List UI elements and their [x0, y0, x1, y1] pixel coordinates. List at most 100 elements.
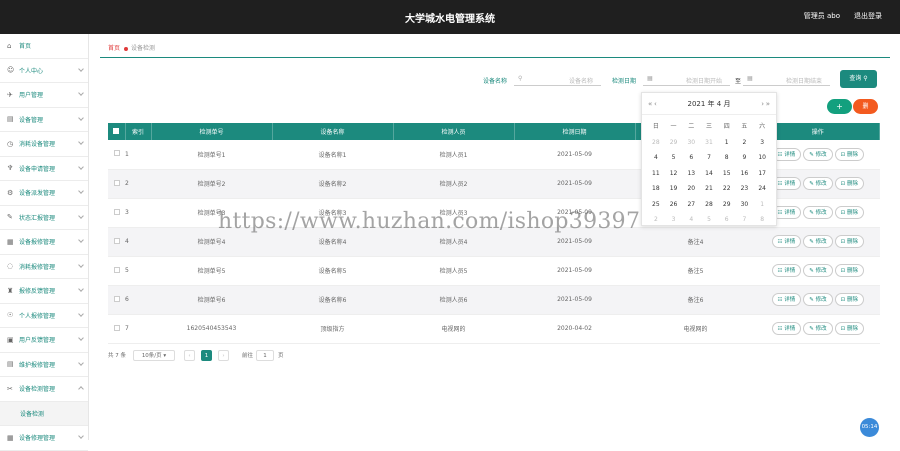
edit-button[interactable]: ✎ 修改 [803, 235, 833, 248]
sidebar-item-11[interactable]: ☉ 个人报修管理 [0, 304, 88, 328]
page-size-select[interactable]: 10条/页 ▾ [133, 350, 175, 361]
delete-button[interactable]: ⊡ 删除 [834, 147, 864, 161]
calendar-day[interactable]: 3 [665, 212, 683, 228]
sidebar-item-14[interactable]: ✂ 设备检测管理 [0, 377, 88, 402]
calendar-day[interactable]: 24 [753, 181, 771, 197]
detail-button[interactable]: ☷ 详情 [771, 264, 802, 277]
row-checkbox[interactable] [113, 266, 120, 273]
sidebar-item-15[interactable]: 设备检测 [0, 401, 88, 426]
select-all-checkbox[interactable] [113, 127, 120, 134]
edit-button[interactable]: ✎ 修改 [803, 264, 833, 277]
edit-button[interactable]: ✎ 修改 [803, 206, 833, 219]
detail-button[interactable]: ☷ 详情 [771, 293, 802, 306]
calendar-day[interactable]: 19 [665, 181, 683, 197]
start-date-input[interactable]: ▦ 检测日期开始 [643, 72, 730, 86]
sidebar-item-3[interactable]: ▤ 设备管理 [0, 108, 88, 132]
calendar-day[interactable]: 6 [682, 150, 700, 166]
calendar-day[interactable]: 16 [736, 166, 754, 182]
next-year-button[interactable]: » [766, 93, 770, 115]
calendar-day[interactable]: 14 [700, 166, 718, 182]
calendar-day[interactable]: 10 [753, 150, 771, 166]
delete-button[interactable]: ⊡ 删除 [834, 206, 864, 219]
page-1-button[interactable]: 1 [201, 350, 212, 361]
breadcrumb-home[interactable]: 首页 [108, 45, 120, 52]
edit-button[interactable]: ✎ 修改 [803, 322, 833, 335]
calendar-day[interactable]: 3 [753, 135, 771, 151]
end-date-input[interactable]: ▦ 检测日期结束 [743, 72, 830, 86]
sidebar-item-2[interactable]: ✈ 用户管理 [0, 83, 88, 108]
calendar-day[interactable]: 17 [753, 166, 771, 182]
sidebar-item-9[interactable]: ◌ 消耗报修管理 [0, 255, 88, 279]
sidebar-item-10[interactable]: ♜ 报修反馈管理 [0, 279, 88, 304]
device-name-input[interactable]: ⚲ 设备名称 [514, 72, 601, 86]
sidebar-item-0[interactable]: ⌂ 首页 [0, 34, 88, 59]
calendar-day[interactable]: 30 [682, 135, 700, 151]
calendar-day[interactable]: 1 [753, 197, 771, 213]
calendar-day[interactable]: 31 [700, 135, 718, 151]
sidebar-item-16[interactable]: ▦ 设备修理管理 [0, 426, 88, 451]
next-page-button[interactable]: › [218, 350, 229, 361]
delete-button[interactable]: ⊡ 删除 [834, 322, 864, 335]
calendar-day[interactable]: 9 [736, 150, 754, 166]
calendar-day[interactable]: 30 [736, 197, 754, 213]
row-checkbox[interactable] [113, 150, 120, 157]
row-checkbox[interactable] [113, 208, 120, 215]
edit-button[interactable]: ✎ 修改 [803, 293, 833, 306]
detail-button[interactable]: ☷ 详情 [771, 322, 802, 335]
calendar-day[interactable]: 5 [665, 150, 683, 166]
prev-page-button[interactable]: ‹ [184, 350, 195, 361]
edit-button[interactable]: ✎ 修改 [803, 147, 833, 161]
row-checkbox[interactable] [113, 324, 120, 331]
calendar-day[interactable]: 2 [736, 135, 754, 151]
calendar-day[interactable]: 20 [682, 181, 700, 197]
floating-clock-badge[interactable]: 05:14 [860, 418, 879, 437]
calendar-day[interactable]: 21 [700, 181, 718, 197]
select-all-header[interactable] [108, 123, 126, 140]
calendar-day[interactable]: 18 [647, 181, 665, 197]
sidebar-item-13[interactable]: ▤ 维护报修管理 [0, 353, 88, 377]
prev-year-button[interactable]: « [648, 93, 652, 115]
calendar-day[interactable]: 7 [700, 150, 718, 166]
detail-button[interactable]: ☷ 详情 [771, 235, 802, 248]
sidebar-item-8[interactable]: ▦ 设备报修管理 [0, 230, 88, 255]
logout-link[interactable]: 退出登录 [854, 11, 882, 21]
sidebar-item-1[interactable]: ☺ 个人中心 [0, 59, 88, 83]
sidebar-item-4[interactable]: ◷ 消耗设备管理 [0, 132, 88, 157]
add-button[interactable]: + [827, 99, 852, 114]
calendar-day[interactable]: 25 [647, 197, 665, 213]
sidebar-item-12[interactable]: ▣ 用户反馈管理 [0, 328, 88, 353]
next-month-button[interactable]: › [761, 93, 764, 115]
calendar-day[interactable]: 4 [647, 150, 665, 166]
sidebar-item-6[interactable]: ⚙ 设备派发管理 [0, 181, 88, 206]
prev-month-button[interactable]: ‹ [654, 93, 657, 115]
calendar-day[interactable]: 5 [700, 212, 718, 228]
calendar-day[interactable]: 4 [682, 212, 700, 228]
delete-button[interactable]: ⊡ 删除 [834, 177, 864, 190]
calendar-day[interactable]: 26 [665, 197, 683, 213]
query-button[interactable]: 查询 ⚲ [840, 70, 877, 88]
calendar-day[interactable]: 29 [665, 135, 683, 151]
calendar-day[interactable]: 22 [718, 181, 736, 197]
calendar-day[interactable]: 28 [700, 197, 718, 213]
delete-button[interactable]: ⊡ 删除 [834, 235, 864, 248]
calendar-day[interactable]: 7 [736, 212, 754, 228]
row-checkbox[interactable] [113, 237, 120, 244]
calendar-day[interactable]: 1 [718, 135, 736, 151]
calendar-day[interactable]: 27 [682, 197, 700, 213]
row-checkbox[interactable] [113, 179, 120, 186]
calendar-day[interactable]: 29 [718, 197, 736, 213]
calendar-day[interactable]: 2 [647, 212, 665, 228]
sidebar-item-5[interactable]: ♆ 设备申请管理 [0, 157, 88, 181]
edit-button[interactable]: ✎ 修改 [803, 177, 833, 190]
goto-page-input[interactable]: 1 [256, 350, 274, 361]
calendar-day[interactable]: 6 [718, 212, 736, 228]
calendar-day[interactable]: 23 [736, 181, 754, 197]
calendar-day[interactable]: 13 [682, 166, 700, 182]
calendar-day[interactable]: 8 [753, 212, 771, 228]
sidebar-item-7[interactable]: ✎ 状态汇报管理 [0, 206, 88, 230]
delete-button[interactable]: ⊡ 删除 [834, 293, 864, 306]
row-checkbox[interactable] [113, 295, 120, 302]
batch-delete-button[interactable]: 删 [853, 99, 878, 114]
calendar-day[interactable]: 12 [665, 166, 683, 182]
calendar-day[interactable]: 15 [718, 166, 736, 182]
